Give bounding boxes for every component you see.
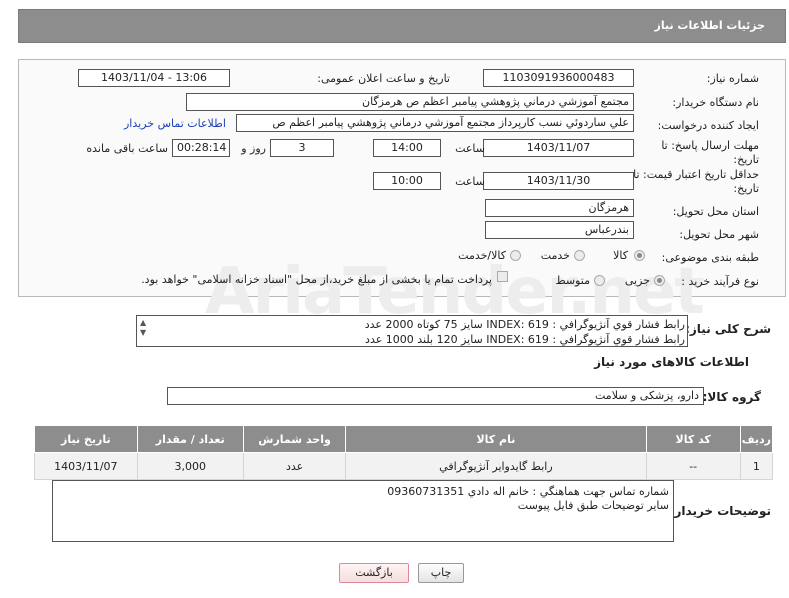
col-row: ردیف — [739, 425, 774, 453]
print-button[interactable]: چاپ — [418, 563, 464, 583]
col-date: تاریخ نیاز — [34, 425, 138, 453]
days-field[interactable]: 3 — [270, 139, 334, 157]
buyer-notes-line-1: شماره تماس جهت هماهنگي : خانم اله دادي 0… — [387, 485, 669, 498]
treasury-checkbox[interactable] — [497, 271, 508, 282]
send-deadline-label-date: تاریخ: — [733, 153, 759, 166]
validity-time-label: ساعت — [455, 175, 485, 188]
validity-label: حداقل تاریخ اعتبار قیمت: تا — [633, 168, 759, 181]
summary-scrollbar[interactable]: ▲ ▼ — [139, 318, 151, 346]
send-time-label: ساعت — [455, 142, 485, 155]
province-field[interactable]: هرمزگان — [485, 199, 634, 217]
back-button[interactable]: بازگشت — [339, 563, 409, 583]
days-label: روز و — [241, 142, 266, 155]
city-label: شهر محل تحویل: — [679, 228, 759, 241]
col-unit: واحد شمارش — [242, 425, 347, 453]
summary-line-2: رابط فشار قوي آنژيوگرافي : INDEX: 619 سا… — [365, 333, 685, 346]
buyer-org-field[interactable]: مجتمع آموزشي درماني پژوهشي پيامبر اعظم ص… — [186, 93, 634, 111]
buyer-notes-line-2: ساير توضيحات طبق فايل پيوست — [517, 499, 669, 512]
goods-group-label: گروه کالا: — [702, 390, 761, 404]
cell-code: -- — [645, 452, 741, 480]
buyer-contact-link[interactable]: اطلاعات تماس خریدار — [124, 117, 226, 130]
col-code: کد کالا — [645, 425, 741, 453]
validity-date-field[interactable]: 1403/11/30 — [483, 172, 634, 190]
announce-field[interactable]: 1403/11/04 - 13:06 — [78, 69, 230, 87]
need-number-field[interactable]: 1103091936000483 — [483, 69, 634, 87]
goods-section-title: اطلاعات کالاهای مورد نیاز — [594, 355, 749, 369]
process-option-minor: جزیی — [624, 274, 650, 287]
page-header: جزئیات اطلاعات نیاز — [18, 9, 786, 43]
summary-line-1: رابط فشار قوي آنژيوگرافي : INDEX: 619 سا… — [364, 318, 685, 331]
cell-name: رابط گايدواير آنژيوگرافي — [345, 452, 647, 480]
remaining-label: ساعت باقی مانده — [86, 142, 168, 155]
process-option-medium: متوسط — [555, 274, 590, 287]
scroll-up-icon[interactable]: ▲ — [140, 318, 146, 327]
city-field[interactable]: بندرعباس — [485, 221, 634, 239]
send-deadline-label: مهلت ارسال پاسخ: تا — [661, 139, 759, 152]
scroll-down-icon[interactable]: ▼ — [140, 328, 146, 337]
cell-qty: 3,000 — [136, 452, 244, 480]
category-option-goods: کالا — [613, 249, 628, 262]
announce-label: تاریخ و ساعت اعلان عمومی: — [317, 72, 450, 85]
validity-label-date: تاریخ: — [733, 182, 759, 195]
table-row[interactable]: 1 -- رابط گايدواير آنژيوگرافي عدد 3,000 … — [34, 452, 774, 480]
send-date-field[interactable]: 1403/11/07 — [483, 139, 634, 157]
summary-textarea[interactable]: رابط فشار قوي آنژيوگرافي : INDEX: 619 سا… — [136, 315, 688, 347]
province-label: استان محل تحویل: — [672, 205, 759, 218]
cell-date: 1403/11/07 — [34, 452, 138, 480]
cell-row: 1 — [739, 452, 774, 480]
col-name: نام کالا — [345, 425, 647, 453]
creator-field[interactable]: علي ساردوئي نسب کارپرداز مجتمع آموزشي در… — [236, 114, 634, 132]
send-time-field[interactable]: 14:00 — [373, 139, 441, 157]
cell-unit: عدد — [242, 452, 347, 480]
buyer-notes-box[interactable]: شماره تماس جهت هماهنگي : خانم اله دادي 0… — [52, 480, 674, 542]
process-label: نوع فرآیند خرید : — [681, 275, 759, 288]
process-radio-minor[interactable] — [654, 275, 665, 286]
buyer-org-label: نام دستگاه خریدار: — [672, 96, 759, 109]
summary-label: شرح کلی نیاز: — [685, 322, 771, 336]
category-label: طبقه بندی موضوعی: — [661, 251, 759, 264]
category-radio-service[interactable] — [574, 250, 585, 261]
category-option-service: خدمت — [540, 249, 570, 262]
payment-note: پرداخت تمام یا بخشی از مبلغ خرید،از محل … — [141, 273, 492, 286]
items-table-header: ردیف کد کالا نام کالا واحد شمارش تعداد /… — [34, 425, 774, 453]
page-title: جزئیات اطلاعات نیاز — [654, 19, 766, 32]
category-option-both: کالا/خدمت — [458, 249, 506, 262]
process-radio-medium[interactable] — [594, 275, 605, 286]
category-radio-goods[interactable] — [634, 250, 645, 261]
remaining-field[interactable]: 00:28:14 — [172, 139, 230, 157]
items-table: ردیف کد کالا نام کالا واحد شمارش تعداد /… — [34, 425, 774, 480]
buyer-notes-label: توضیحات خریدار: — [669, 504, 771, 518]
goods-group-field[interactable]: دارو، پزشکی و سلامت — [167, 387, 704, 405]
validity-time-field[interactable]: 10:00 — [373, 172, 441, 190]
creator-label: ایجاد کننده درخواست: — [657, 119, 759, 132]
col-qty: تعداد / مقدار — [136, 425, 244, 453]
category-radio-both[interactable] — [510, 250, 521, 261]
need-number-label: شماره نیاز: — [706, 72, 759, 85]
